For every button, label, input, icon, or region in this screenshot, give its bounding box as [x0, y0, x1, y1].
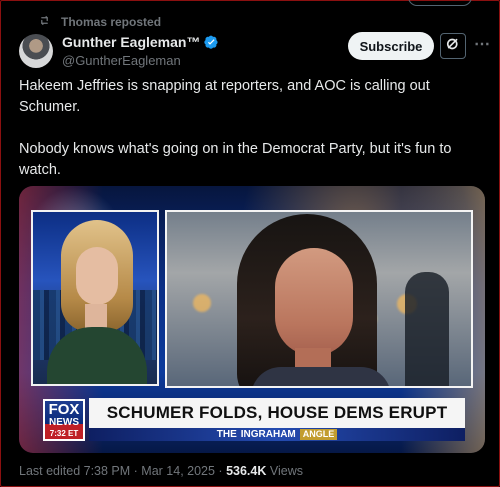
repost-text: Thomas reposted — [61, 15, 162, 29]
repost-row: Thomas reposted — [38, 14, 161, 30]
tweet-meta: Last edited 7:38 PM · Mar 14, 2025 · 536… — [19, 464, 303, 478]
network-logo-top: FOX — [48, 400, 80, 418]
speaker-face — [275, 248, 353, 356]
tweet-text: Hakeem Jeffries is snapping at reporters… — [19, 76, 484, 202]
display-name-row[interactable]: Gunther Eagleman™ — [62, 34, 219, 50]
broadcast-time: 7:32 ET — [49, 428, 79, 438]
edited-timestamp[interactable]: Last edited 7:38 PM · Mar 14, 2025 · — [19, 464, 223, 478]
top-pill-partial — [408, 0, 472, 6]
grok-icon — [444, 35, 462, 58]
left-video-panel — [31, 210, 159, 386]
main-video-panel — [165, 210, 473, 388]
views-count: 536.4K — [226, 464, 267, 478]
network-logo: FOX NEWS 7:32 ET — [43, 399, 85, 441]
show-title-prefix: THE — [216, 429, 237, 440]
headline-chyron: SCHUMER FOLDS, HOUSE DEMS ERUPT — [89, 398, 465, 428]
show-title-bar: THE INGRAHAM ANGLE — [89, 428, 465, 441]
author-handle[interactable]: @GuntherEagleman — [62, 53, 219, 68]
author-avatar[interactable] — [19, 34, 53, 68]
bokeh-light-1 — [193, 294, 211, 312]
speaker-body — [251, 367, 391, 386]
network-logo-bottom: NEWS — [49, 416, 79, 428]
subscribe-button[interactable]: Subscribe — [348, 32, 434, 60]
verified-icon — [204, 35, 219, 50]
author-block: Gunther Eagleman™ @GuntherEagleman — [62, 34, 219, 68]
display-name[interactable]: Gunther Eagleman™ — [62, 34, 200, 50]
views-label: Views — [269, 464, 303, 478]
show-title: INGRAHAM — [240, 429, 296, 440]
tweet-paragraph-1: Hakeem Jeffries is snapping at reporters… — [19, 78, 430, 115]
tweet-paragraph-2: Nobody knows what's going on in the Demo… — [19, 141, 452, 178]
left-host-face — [76, 247, 118, 305]
grok-button[interactable] — [440, 33, 466, 59]
background-person — [405, 272, 449, 386]
repost-icon — [38, 14, 51, 30]
more-icon[interactable]: ⋯ — [474, 34, 490, 54]
tweet-media[interactable]: FOX NEWS 7:32 ET SCHUMER FOLDS, HOUSE DE… — [19, 186, 485, 453]
show-tag: ANGLE — [299, 429, 338, 440]
